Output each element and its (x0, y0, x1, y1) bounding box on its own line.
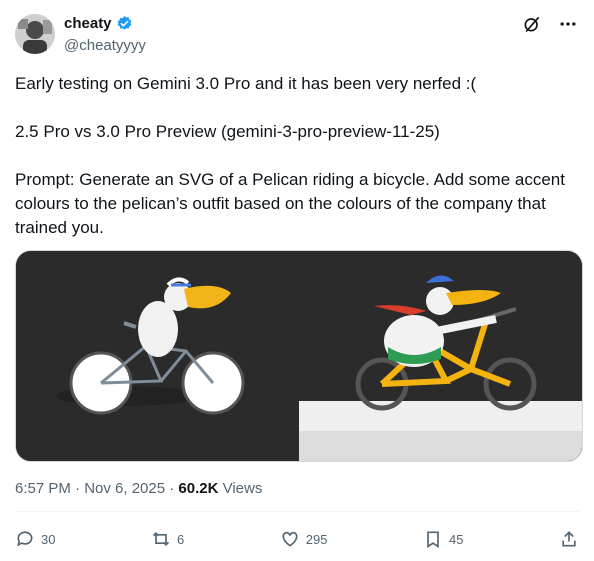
grok-icon[interactable] (522, 14, 542, 39)
bookmark-count: 45 (449, 531, 464, 547)
repost-icon (152, 531, 170, 547)
bookmark-icon (427, 531, 439, 549)
post-media[interactable] (15, 250, 583, 462)
avatar[interactable] (15, 14, 55, 54)
more-icon[interactable] (558, 14, 578, 39)
reply-button[interactable]: 30 (15, 529, 55, 549)
verified-badge-icon (117, 16, 131, 30)
reply-count: 30 (41, 531, 56, 547)
post-text-line-1: Early testing on Gemini 3.0 Pro and it h… (15, 74, 477, 93)
display-name[interactable]: cheaty (64, 15, 133, 32)
divider (15, 511, 579, 512)
avatar-image (15, 14, 55, 54)
post-text: Early testing on Gemini 3.0 Pro and it h… (15, 72, 585, 240)
reply-icon (17, 531, 33, 547)
views-count: 60.2K (178, 480, 219, 497)
share-button[interactable] (559, 529, 579, 549)
pelican-bicycle-comparison-image (16, 251, 582, 461)
display-name-text[interactable]: cheaty (64, 15, 112, 32)
views-label: Views (218, 480, 263, 497)
like-button[interactable]: 295 (280, 529, 328, 549)
handle[interactable]: @cheatyyyy (64, 37, 146, 54)
like-count: 295 (305, 531, 328, 547)
share-icon (562, 531, 576, 547)
post-text-line-2: 2.5 Pro vs 3.0 Pro Preview (gemini-3-pro… (15, 122, 440, 141)
action-bar: 30 6 295 45 (15, 527, 579, 551)
timestamp[interactable]: 6:57 PM · Nov 6, 2025 · (15, 480, 178, 497)
bookmark-button[interactable]: 45 (423, 529, 463, 549)
repost-button[interactable]: 6 (151, 529, 184, 549)
like-icon (282, 531, 298, 547)
post-text-line-3: Prompt: Generate an SVG of a Pelican rid… (15, 170, 565, 237)
repost-count: 6 (177, 531, 185, 547)
post-meta: 6:57 PM · Nov 6, 2025 · 60.2K Views (15, 480, 262, 497)
